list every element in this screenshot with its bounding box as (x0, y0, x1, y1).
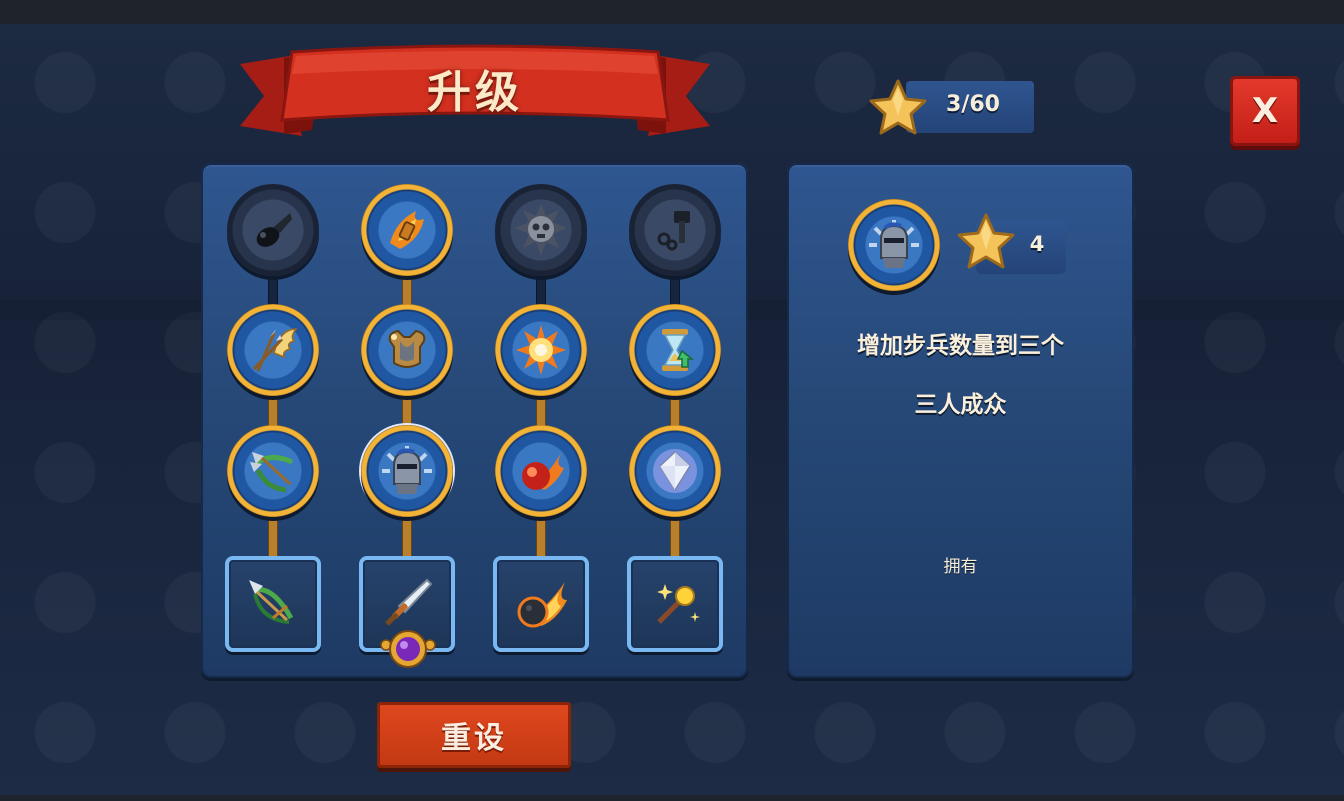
connector (402, 512, 412, 558)
upgrade-node-knight-helmet[interactable] (361, 425, 453, 517)
page-title: 升级 (427, 67, 523, 118)
spiked-skull-bomb-icon (515, 204, 567, 256)
upgrade-name: 三人成众 (914, 392, 1007, 418)
close-icon: X (1251, 91, 1279, 131)
knight-helmet-icon (382, 446, 432, 494)
star-icon (957, 213, 1015, 269)
item-slot-magic-wand[interactable] (627, 556, 723, 652)
gem-socket (380, 627, 436, 671)
star-count: 3/60 (946, 92, 1000, 117)
upgrade-node-hourglass[interactable] (629, 304, 721, 396)
star-counter: 3/60 (868, 78, 1038, 138)
reset-button[interactable]: 重设 (377, 702, 571, 768)
upgrade-node-crossbow-arrows[interactable] (227, 425, 319, 517)
upgrade-node-armor[interactable] (361, 304, 453, 396)
hourglass-icon (662, 329, 695, 371)
connector (268, 512, 278, 558)
upgrade-node-spiked-skull-bomb[interactable] (495, 184, 587, 276)
crystal-icon (653, 449, 697, 493)
star-icon (869, 79, 927, 135)
upgrade-node-winged-arrows[interactable] (227, 304, 319, 396)
sword-icon (385, 578, 433, 626)
crossbow-arrows-icon (250, 452, 294, 493)
explosion-icon (516, 325, 566, 375)
upgrade-status: 拥有 (943, 557, 978, 577)
item-slot-bow[interactable] (225, 556, 321, 652)
upgrade-cost: 4 (1029, 232, 1045, 256)
top-bar (0, 0, 1344, 24)
close-button[interactable]: X (1230, 76, 1300, 146)
upgrade-node-explosion[interactable] (495, 304, 587, 396)
fireball-icon (522, 452, 564, 490)
hammer-icon (657, 211, 690, 251)
meteor-icon (517, 582, 567, 628)
winged-arrows-icon (252, 328, 298, 372)
armor-icon (388, 329, 426, 368)
selected-upgrade-icon (848, 199, 940, 291)
knight-helmet-icon (869, 220, 919, 268)
upgrade-node-fireball[interactable] (495, 425, 587, 517)
bomb-icon (256, 213, 292, 247)
upgrade-node-bomb[interactable] (227, 184, 319, 276)
connector (670, 512, 680, 558)
reset-button-label: 重设 (441, 721, 507, 756)
upgrade-description: 增加步兵数量到三个 (857, 333, 1064, 359)
upgrade-node-hammer[interactable] (629, 184, 721, 276)
item-slot-meteor[interactable] (493, 556, 589, 652)
flaming-shield-icon (390, 211, 424, 249)
title-ribbon: 升级 (232, 44, 718, 144)
upgrade-node-crystal[interactable] (629, 425, 721, 517)
connector (536, 512, 546, 558)
bottom-bar (0, 795, 1344, 801)
bow-icon (249, 580, 294, 624)
magic-wand-icon (657, 584, 700, 624)
upgrade-node-flaming-shield[interactable] (361, 184, 453, 276)
